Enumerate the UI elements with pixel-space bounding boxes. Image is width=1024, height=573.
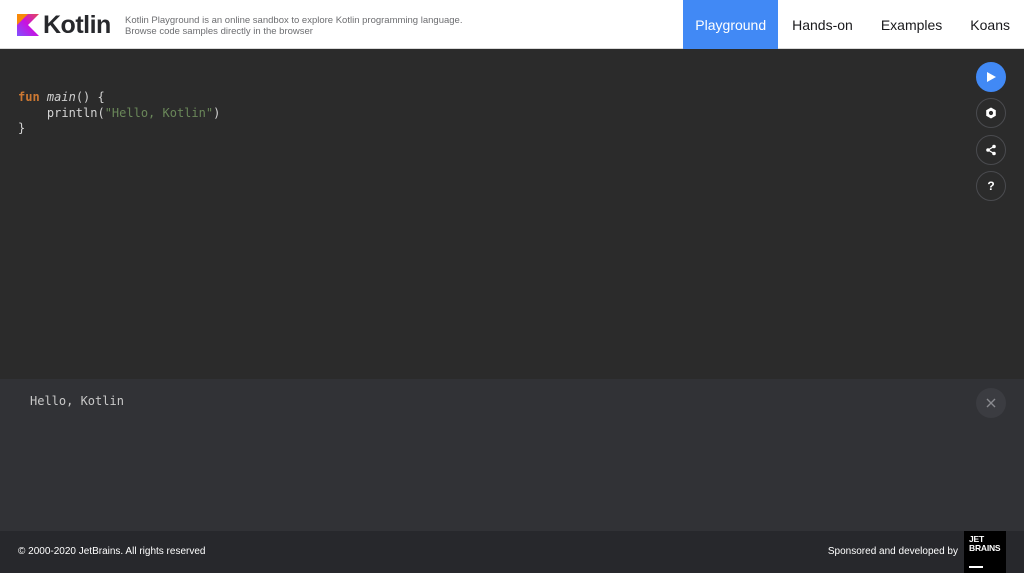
kotlin-logo-icon bbox=[17, 14, 39, 36]
run-button[interactable] bbox=[976, 62, 1006, 92]
jetbrains-logo[interactable]: JET BRAINS bbox=[964, 531, 1006, 573]
keyword-fun: fun bbox=[18, 90, 40, 104]
main-nav: Playground Hands-on Examples Koans bbox=[683, 0, 1024, 49]
code-string: "Hello, Kotlin" bbox=[104, 105, 214, 120]
site-header: Kotlin Kotlin Playground is an online sa… bbox=[0, 0, 1024, 49]
copyright-text: © 2000-2020 JetBrains. All rights reserv… bbox=[18, 546, 206, 557]
play-icon bbox=[987, 72, 996, 82]
output-text: Hello, Kotlin bbox=[30, 394, 124, 408]
output-panel: Hello, Kotlin bbox=[0, 379, 1024, 531]
site-footer: © 2000-2020 JetBrains. All rights reserv… bbox=[0, 531, 1024, 573]
settings-button[interactable] bbox=[976, 98, 1006, 128]
jetbrains-logo-bar bbox=[969, 566, 983, 568]
help-button[interactable]: ? bbox=[976, 171, 1006, 201]
code-editor[interactable]: fun main() { println("Hello, Kotlin") } … bbox=[0, 49, 1024, 379]
brand-name: Kotlin bbox=[43, 11, 111, 39]
kotlin-logo[interactable]: Kotlin bbox=[17, 11, 111, 39]
jetbrains-logo-line2: BRAINS bbox=[969, 543, 1001, 553]
site-tagline: Kotlin Playground is an online sandbox t… bbox=[125, 15, 463, 37]
nav-koans[interactable]: Koans bbox=[956, 0, 1024, 49]
code-line1-rest: () { bbox=[75, 90, 105, 104]
share-icon bbox=[986, 144, 996, 156]
nav-examples[interactable]: Examples bbox=[867, 0, 956, 49]
share-button[interactable] bbox=[976, 135, 1006, 165]
help-icon: ? bbox=[987, 179, 995, 193]
gear-icon bbox=[986, 107, 996, 119]
code-closing-brace: } bbox=[18, 121, 26, 135]
function-name: main bbox=[46, 90, 76, 104]
nav-hands-on[interactable]: Hands-on bbox=[778, 0, 867, 49]
code-content[interactable]: fun main() { println("Hello, Kotlin") } bbox=[18, 90, 220, 137]
close-output-button[interactable] bbox=[976, 388, 1006, 418]
nav-playground[interactable]: Playground bbox=[683, 0, 779, 49]
sponsor-text: Sponsored and developed by bbox=[827, 546, 958, 557]
close-icon bbox=[986, 398, 996, 408]
code-println: println( bbox=[46, 105, 105, 120]
code-close-paren: ) bbox=[213, 105, 221, 120]
